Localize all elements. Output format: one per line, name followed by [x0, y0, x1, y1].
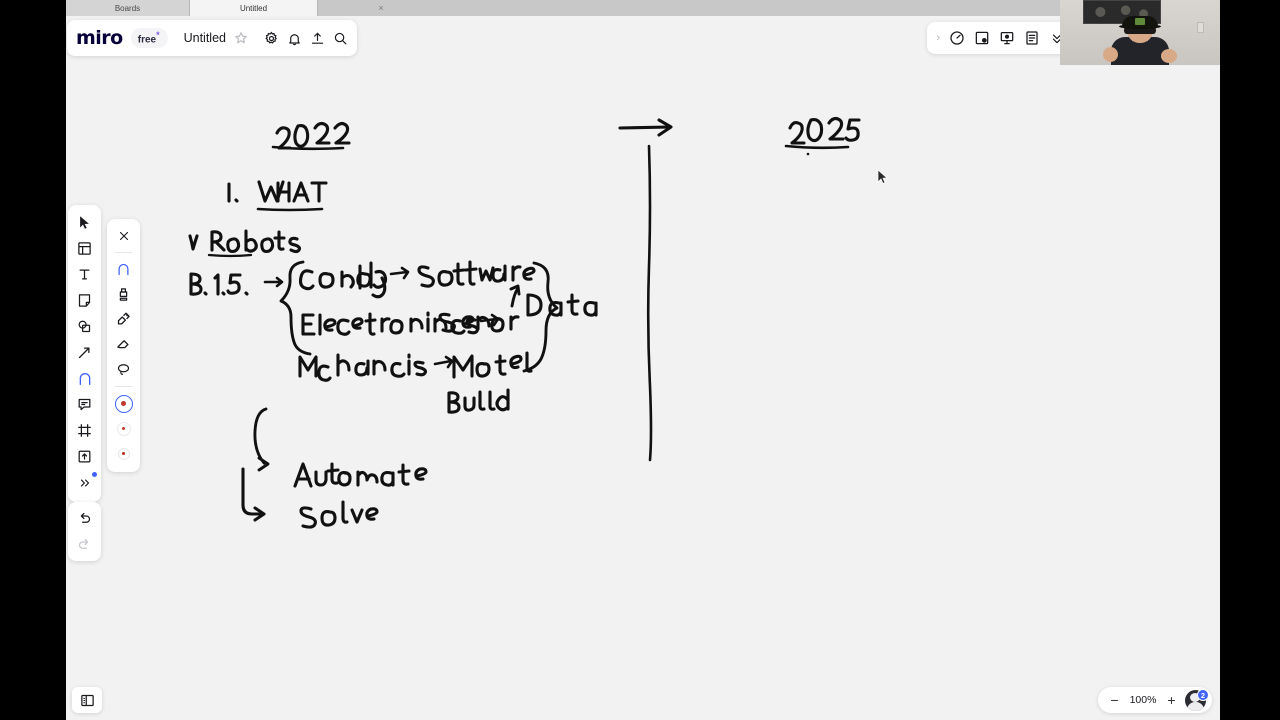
zoom-in-button[interactable]: +: [1165, 693, 1178, 707]
mouse-cursor: [877, 169, 888, 184]
arrow-right-timeline: [618, 118, 673, 137]
note-a-robots: [188, 229, 302, 258]
stroke-width-small[interactable]: [112, 442, 135, 465]
note-data: [526, 293, 598, 317]
collaborator-count-badge: 2: [1197, 689, 1209, 701]
panel-divider: [115, 252, 132, 253]
miro-board-canvas[interactable]: miro free* Untitled › − 100% + 2: [66, 16, 1220, 720]
note-2025: [784, 116, 861, 156]
close-icon[interactable]: [112, 224, 136, 247]
board-title[interactable]: Untitled: [184, 31, 226, 45]
arrow-up-data: [509, 284, 521, 308]
note-solve: [299, 500, 379, 529]
highlighter-tool-option[interactable]: [112, 308, 136, 331]
brace-left: [279, 260, 312, 356]
note-model: [452, 351, 533, 379]
handwriting-layer: [188, 116, 861, 529]
zoom-level-label[interactable]: 100%: [1128, 694, 1158, 706]
stroke-width-medium[interactable]: [112, 417, 135, 440]
browser-window: Boards Untitled × miro free* Untitled › …: [66, 0, 1220, 720]
screen-root: Boards Untitled × miro free* Untitled › …: [0, 0, 1280, 720]
creation-toolbar: [68, 205, 101, 502]
webcam-overlay[interactable]: [1060, 0, 1220, 65]
arrow-line-tool[interactable]: [72, 341, 97, 364]
chevron-right-icon[interactable]: ›: [936, 32, 940, 44]
pen-tool[interactable]: [72, 367, 97, 390]
note-b-15: [189, 272, 249, 296]
note-1-what: [227, 180, 328, 212]
board-utility-toolbar: ›: [927, 22, 1074, 54]
notification-dot: [92, 472, 97, 477]
templates-tool[interactable]: [72, 237, 97, 260]
stroke-width-large[interactable]: [112, 392, 135, 415]
browser-tab-label: Boards: [114, 3, 141, 13]
undo-button[interactable]: [72, 507, 97, 530]
more-tools[interactable]: [72, 471, 97, 494]
arrow-to-brace: [263, 276, 284, 288]
select-cursor-tool[interactable]: [72, 211, 97, 234]
arrow-curve-solve: [241, 467, 266, 522]
gear-icon[interactable]: [264, 29, 279, 47]
plan-badge-label: free: [137, 34, 157, 46]
browser-tab-boards[interactable]: Boards: [66, 0, 190, 16]
redo-button[interactable]: [72, 533, 97, 556]
note-mechanics: [298, 353, 428, 382]
pen-options-panel: [107, 219, 140, 472]
upload-icon[interactable]: [310, 29, 325, 47]
note-automate: [293, 462, 428, 488]
frame-tool[interactable]: [72, 419, 97, 442]
avatar-body: [1187, 701, 1204, 711]
note-build: [447, 388, 510, 414]
close-icon[interactable]: ×: [374, 0, 388, 16]
vertical-divider-line: [646, 144, 653, 462]
lasso-tool-option[interactable]: [112, 358, 136, 381]
shapes-tool[interactable]: [72, 315, 97, 338]
panel-toggle-button[interactable]: [72, 687, 102, 713]
browser-tab-label: Untitled: [239, 3, 268, 13]
note-software: [417, 260, 536, 288]
comment-tool[interactable]: [72, 393, 97, 416]
presenter-figure: [1103, 13, 1177, 65]
browser-tab-untitled[interactable]: Untitled: [190, 0, 318, 16]
note-coding: [298, 261, 388, 299]
wall-switch: [1197, 22, 1204, 33]
document-icon[interactable]: [1023, 30, 1040, 47]
plan-badge-asterisk: *: [156, 30, 160, 41]
sticky-note-icon[interactable]: [973, 30, 990, 47]
note-2022: [271, 121, 351, 151]
miro-logo[interactable]: miro: [76, 27, 123, 49]
upload-tool[interactable]: [72, 445, 97, 468]
board-header-bar: miro free* Untitled: [67, 20, 357, 56]
bell-icon[interactable]: [287, 29, 302, 47]
marker-tool-option[interactable]: [112, 283, 136, 306]
arrow-mechanics-model: [433, 355, 454, 369]
text-tool[interactable]: [72, 263, 97, 286]
plan-badge[interactable]: free*: [130, 28, 168, 48]
pen-tool-option[interactable]: [112, 258, 136, 281]
eraser-tool-option[interactable]: [112, 333, 136, 356]
browser-tab-strip: Boards Untitled ×: [66, 0, 1220, 16]
star-icon[interactable]: [234, 29, 248, 47]
arrow-coding-software: [389, 266, 410, 280]
zoom-out-button[interactable]: −: [1108, 693, 1121, 707]
sticky-note-tool[interactable]: [72, 289, 97, 312]
history-toolbar: [68, 502, 101, 561]
search-icon[interactable]: [333, 29, 348, 47]
arrow-curve-automate: [253, 407, 270, 472]
timer-icon[interactable]: [948, 30, 965, 47]
zoom-controls: − 100% + 2: [1098, 687, 1212, 713]
presentation-icon[interactable]: [998, 30, 1015, 47]
panel-divider: [115, 386, 132, 387]
